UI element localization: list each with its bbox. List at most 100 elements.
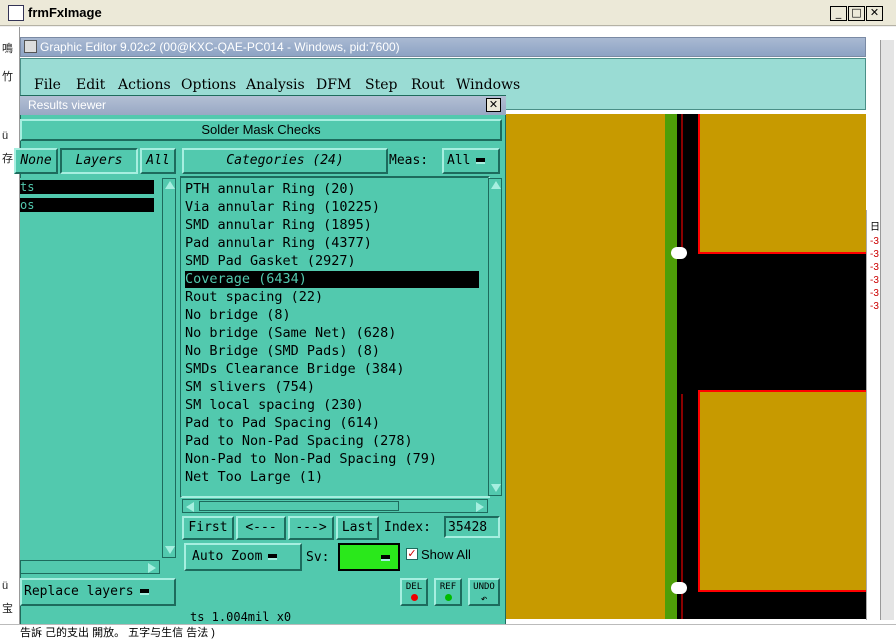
menu-windows[interactable]: Windows (456, 77, 520, 93)
menu-rout[interactable]: Rout (411, 77, 445, 93)
next-button[interactable]: ---> (288, 516, 334, 540)
category-item[interactable]: Rout spacing (22) (185, 289, 323, 306)
scroll-up-icon[interactable] (491, 181, 501, 189)
dropdown-arrow-icon (139, 588, 149, 595)
graphic-editor-icon (24, 40, 37, 53)
category-item[interactable]: Pad to Non-Pad Spacing (278) (185, 433, 413, 450)
category-item[interactable]: SMDs Clearance Bridge (384) (185, 361, 404, 378)
layer-item[interactable]: ts (20, 180, 154, 194)
green-trace (665, 114, 677, 619)
categories-scrollbar[interactable] (488, 178, 502, 496)
index-input[interactable] (444, 516, 500, 538)
outer-scrollbar[interactable] (880, 40, 894, 620)
layers-scrollbar[interactable] (162, 178, 176, 558)
close-button[interactable]: ✕ (866, 6, 883, 21)
menu-file[interactable]: File (34, 77, 61, 93)
auto-zoom-label: Auto Zoom (192, 549, 263, 564)
undo-tool-button[interactable]: UNDO ↶ (468, 578, 500, 606)
dropdown-arrow-icon (268, 553, 278, 560)
none-button[interactable]: None (14, 148, 58, 174)
layer-item[interactable]: os (20, 198, 154, 212)
scroll-thumb[interactable] (199, 501, 399, 511)
app-icon (8, 5, 24, 21)
category-item[interactable]: Pad to Pad Spacing (614) (185, 415, 380, 432)
first-button[interactable]: First (182, 516, 234, 540)
menu-options[interactable]: Options (181, 77, 236, 93)
category-item[interactable]: SMD annular Ring (1895) (185, 217, 372, 234)
bottom-background-strip: 告訴 己的支出 開放。 五字与生信 告法 ) (0, 624, 896, 641)
copper-pad-top (698, 114, 866, 254)
scroll-down-icon[interactable] (491, 484, 501, 492)
right-strip-char: -3 (870, 236, 879, 247)
solder-mask-checks-header[interactable]: Solder Mask Checks (20, 119, 502, 141)
category-item[interactable]: Net Too Large (1) (185, 469, 323, 486)
right-strip-char: -3 (870, 288, 879, 299)
layers-hscrollbar[interactable] (20, 560, 160, 574)
prev-button[interactable]: <--- (236, 516, 286, 540)
red-dot-icon (410, 594, 418, 601)
show-all-checkbox[interactable]: ✓ (406, 548, 418, 560)
replace-layers-label: Replace layers (24, 584, 134, 599)
scroll-down-icon[interactable] (165, 546, 175, 554)
marker-dot-icon (671, 582, 687, 594)
auto-zoom-dropdown[interactable]: Auto Zoom (184, 543, 302, 571)
right-strip-char: -3 (870, 275, 879, 286)
scroll-up-icon[interactable] (165, 181, 175, 189)
right-strip-char: -3 (870, 262, 879, 273)
minimize-button[interactable]: _ (830, 6, 847, 21)
category-item-selected[interactable]: Coverage (6434) (185, 271, 479, 288)
category-item[interactable]: Pad annular Ring (4377) (185, 235, 372, 252)
scroll-right-icon[interactable] (148, 563, 156, 573)
scroll-left-icon[interactable] (186, 502, 194, 512)
category-item[interactable]: PTH annular Ring (20) (185, 181, 356, 198)
show-all-label: Show All (421, 547, 471, 562)
menu-analysis[interactable]: Analysis (246, 77, 305, 93)
category-item[interactable]: Non-Pad to Non-Pad Spacing (79) (185, 451, 437, 468)
menu-edit[interactable]: Edit (76, 77, 105, 93)
all-layers-button[interactable]: All (140, 148, 176, 174)
right-strip-char: 日 (870, 222, 880, 233)
category-item[interactable]: SM local spacing (230) (185, 397, 364, 414)
layers-list[interactable]: ts os (20, 178, 160, 560)
menu-dfm[interactable]: DFM (316, 77, 351, 93)
category-item[interactable]: No bridge (Same Net) (628) (185, 325, 396, 342)
sv-color-dropdown[interactable] (338, 543, 400, 571)
meas-label: Meas: (389, 153, 429, 168)
meas-value: All (447, 153, 471, 168)
category-item[interactable]: Via annular Ring (10225) (185, 199, 380, 216)
ref-tool-button[interactable]: REF (434, 578, 462, 606)
categories-button[interactable]: Categories (24) (182, 148, 388, 174)
marker-dot-icon (671, 247, 687, 259)
category-item[interactable]: SMD Pad Gasket (2927) (185, 253, 356, 270)
results-viewer-title: Results viewer (28, 98, 107, 112)
maximize-button[interactable]: □ (848, 6, 865, 21)
category-item[interactable]: No bridge (8) (185, 307, 291, 324)
dropdown-arrow-icon (381, 555, 390, 561)
del-label: DEL (405, 582, 423, 592)
copper-pad-bottom (698, 390, 866, 592)
status-text: ts 1.004mil x0 (190, 610, 292, 624)
meas-dropdown[interactable]: All (442, 148, 500, 174)
left-strip-char: 存 (2, 153, 13, 165)
last-button[interactable]: Last (336, 516, 379, 540)
ref-label: REF (439, 582, 457, 592)
scroll-right-icon[interactable] (476, 502, 484, 512)
categories-list[interactable]: PTH annular Ring (20) Via annular Ring (… (181, 178, 487, 496)
pcb-canvas[interactable] (505, 114, 866, 619)
left-strip-char: 竹 (2, 71, 13, 83)
results-viewer-close-button[interactable]: ✕ (486, 98, 501, 112)
left-strip-char: ü (2, 580, 9, 592)
copper-fill-left (505, 114, 665, 619)
green-dot-icon (444, 594, 452, 601)
sv-label: Sv: (306, 550, 330, 565)
category-item[interactable]: No Bridge (SMD Pads) (8) (185, 343, 380, 360)
del-tool-button[interactable]: DEL (400, 578, 428, 606)
replace-layers-dropdown[interactable]: Replace layers (20, 578, 176, 606)
menu-step[interactable]: Step (365, 77, 397, 93)
menu-actions[interactable]: Actions (118, 77, 171, 93)
categories-hscrollbar[interactable] (182, 499, 488, 513)
layers-button[interactable]: Layers (60, 148, 138, 174)
graphic-editor-title: Graphic Editor 9.02c2 (00@KXC-QAE-PC014 … (40, 40, 400, 54)
left-background-strip (0, 27, 20, 641)
category-item[interactable]: SM slivers (754) (185, 379, 315, 396)
